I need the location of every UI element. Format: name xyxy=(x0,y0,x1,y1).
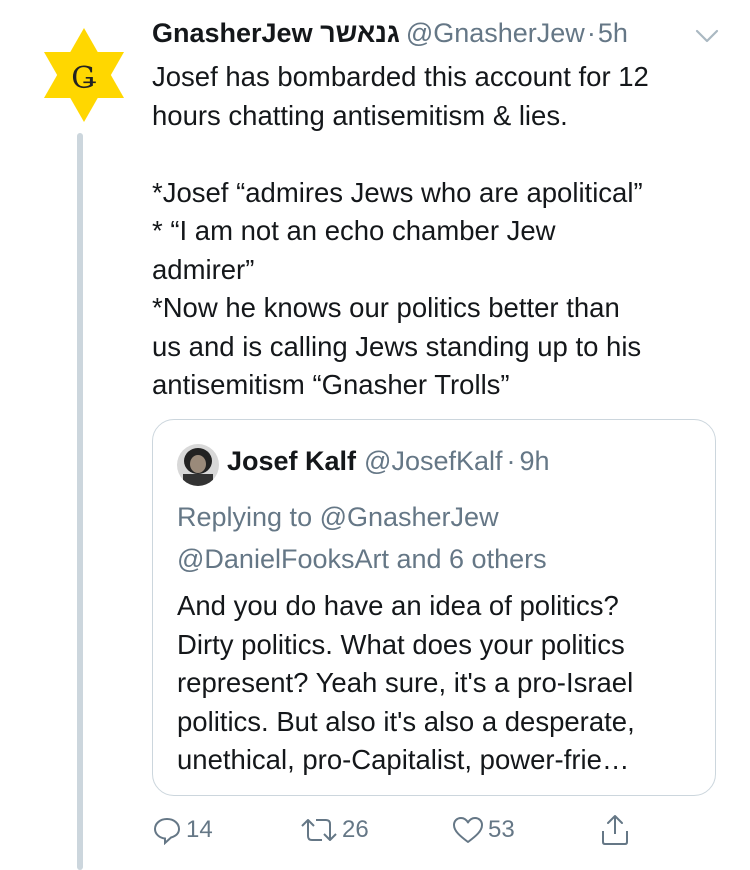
gnasherjew-avatar[interactable]: Ǥ xyxy=(40,26,128,124)
quoted-tweet-card[interactable]: Josef Kalf @JosefKalf · 9h Replying to @… xyxy=(152,419,716,796)
chevron-down-icon[interactable] xyxy=(694,27,720,45)
retweet-count: 26 xyxy=(342,816,369,843)
quoted-author-name[interactable]: Josef Kalf xyxy=(227,446,356,477)
svg-text:Ǥ: Ǥ xyxy=(71,61,96,96)
author-display-name[interactable]: GnasherJew גנאשר xyxy=(152,18,400,49)
replying-to-line: Replying to @GnasherJew @DanielFooksArt … xyxy=(177,502,547,574)
profile-photo-icon xyxy=(177,444,219,486)
tweet-actions-bar: 14 26 53 xyxy=(152,812,672,852)
tweet-text: Josef has bombarded this account for 12 … xyxy=(152,61,649,400)
josefkalf-avatar[interactable] xyxy=(177,444,219,486)
quoted-tweet-text: And you do have an idea of politics? Dir… xyxy=(177,590,635,775)
heart-icon xyxy=(453,817,483,843)
star-of-david-icon: Ǥ xyxy=(44,28,124,122)
author-handle[interactable]: @GnasherJew xyxy=(406,18,585,49)
retweet-icon xyxy=(301,819,337,841)
reply-icon xyxy=(153,817,181,845)
like-button[interactable]: 53 xyxy=(452,812,515,848)
tweet-timestamp[interactable]: 5h xyxy=(598,18,628,49)
quoted-time-separator: · xyxy=(506,446,516,476)
reply-button[interactable]: 14 xyxy=(152,812,213,848)
share-icon xyxy=(602,815,628,845)
share-button[interactable] xyxy=(600,812,630,848)
retweet-button[interactable]: 26 xyxy=(300,812,369,848)
tweet-header: GnasherJew גנאשר @GnasherJew · 5h xyxy=(152,18,628,54)
time-separator: · xyxy=(586,18,596,48)
quoted-author-handle[interactable]: @JosefKalf xyxy=(364,446,502,477)
thread-connector-line xyxy=(77,133,83,870)
quoted-timestamp[interactable]: 9h xyxy=(520,446,550,477)
reply-count: 14 xyxy=(186,816,213,843)
quoted-tweet-header: Josef Kalf @JosefKalf · 9h xyxy=(227,446,550,477)
like-count: 53 xyxy=(488,816,515,843)
